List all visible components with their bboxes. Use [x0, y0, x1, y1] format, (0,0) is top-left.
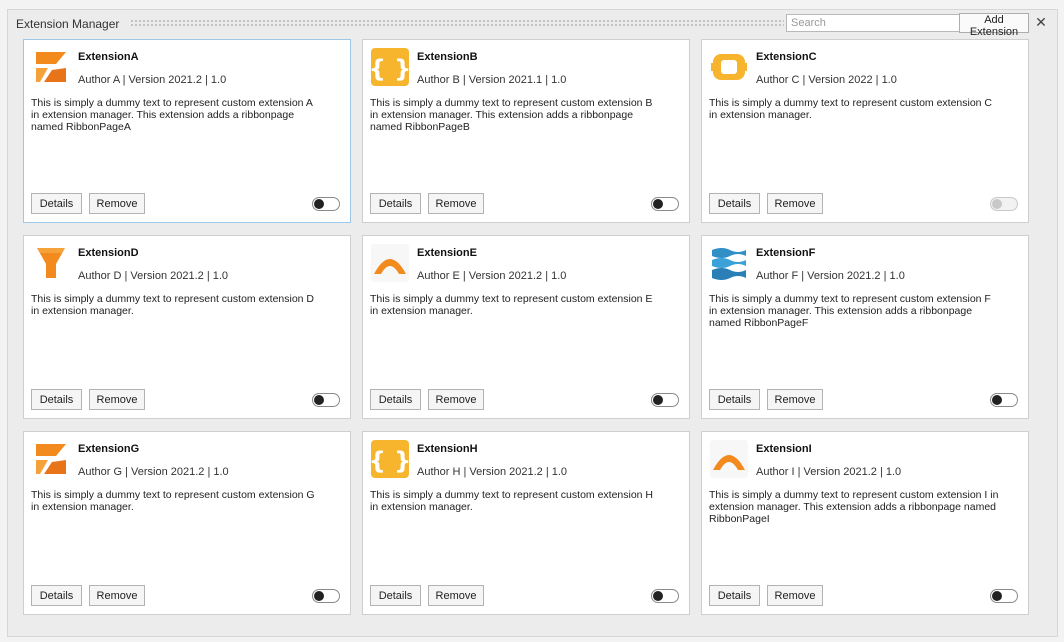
remove-button[interactable]: Remove	[89, 389, 145, 410]
enable-toggle[interactable]	[990, 197, 1018, 211]
remove-button[interactable]: Remove	[428, 389, 484, 410]
details-button[interactable]: Details	[709, 193, 760, 214]
close-icon[interactable]: ✕	[1033, 13, 1049, 31]
orange-arrow-squares-icon	[32, 440, 70, 478]
extension-meta: Author E | Version 2021.2 | 1.0	[417, 270, 567, 282]
title-bar: Extension Manager Add Extension ✕	[8, 10, 1057, 38]
svg-text:{ }: { }	[371, 447, 409, 475]
funnel-icon	[32, 244, 70, 282]
window-title: Extension Manager	[16, 17, 120, 31]
extension-description: This is simply a dummy text to represent…	[370, 489, 654, 513]
orange-arch-icon	[710, 440, 748, 478]
extension-meta: Author G | Version 2021.2 | 1.0	[78, 466, 229, 478]
extension-meta: Author D | Version 2021.2 | 1.0	[78, 270, 229, 282]
enable-toggle[interactable]	[312, 197, 340, 211]
extension-description: This is simply a dummy text to represent…	[370, 293, 653, 317]
extension-card-extensioni: ExtensionI Author I | Version 2021.2 | 1…	[701, 431, 1029, 615]
extension-card-extensiong: ExtensionG Author G | Version 2021.2 | 1…	[23, 431, 351, 615]
extension-card-extensiona: ExtensionA Author A | Version 2021.2 | 1…	[23, 39, 351, 223]
gear-ring-icon	[710, 48, 748, 86]
curly-braces-icon: { }	[371, 48, 409, 86]
enable-toggle[interactable]	[990, 393, 1018, 407]
extension-card-extensionc: ExtensionC Author C | Version 2022 | 1.0…	[701, 39, 1029, 223]
remove-button[interactable]: Remove	[428, 585, 484, 606]
extension-name: ExtensionB	[417, 51, 478, 63]
blue-waves-icon	[710, 244, 748, 282]
extension-meta: Author I | Version 2021.2 | 1.0	[756, 466, 902, 478]
toggle-knob	[992, 591, 1002, 601]
enable-toggle[interactable]	[312, 393, 340, 407]
details-button[interactable]: Details	[370, 585, 421, 606]
extension-card-extensionb: { } ExtensionB Author B | Version 2021.1…	[362, 39, 690, 223]
details-button[interactable]: Details	[31, 389, 82, 410]
toggle-knob	[314, 199, 324, 209]
enable-toggle[interactable]	[312, 589, 340, 603]
enable-toggle[interactable]	[990, 589, 1018, 603]
orange-arrow-squares-icon	[32, 48, 70, 86]
remove-button[interactable]: Remove	[767, 389, 823, 410]
extension-description: This is simply a dummy text to represent…	[709, 489, 999, 525]
remove-button[interactable]: Remove	[428, 193, 484, 214]
extension-description: This is simply a dummy text to represent…	[709, 293, 991, 329]
toggle-knob	[992, 395, 1002, 405]
extension-description: This is simply a dummy text to represent…	[31, 97, 313, 133]
extension-name: ExtensionI	[756, 443, 812, 455]
enable-toggle[interactable]	[651, 197, 679, 211]
extension-meta: Author B | Version 2021.1 | 1.0	[417, 74, 567, 86]
extension-card-extensionh: { } ExtensionH Author H | Version 2021.2…	[362, 431, 690, 615]
search-input[interactable]	[786, 14, 961, 32]
extension-meta: Author F | Version 2021.2 | 1.0	[756, 270, 905, 282]
remove-button[interactable]: Remove	[767, 193, 823, 214]
extension-description: This is simply a dummy text to represent…	[709, 97, 993, 121]
toggle-knob	[314, 591, 324, 601]
extension-name: ExtensionF	[756, 247, 816, 259]
extension-description: This is simply a dummy text to represent…	[31, 293, 315, 317]
extension-description: This is simply a dummy text to represent…	[370, 97, 653, 133]
orange-arch-icon	[371, 244, 409, 282]
details-button[interactable]: Details	[709, 389, 760, 410]
details-button[interactable]: Details	[370, 193, 421, 214]
extension-manager-window: Extension Manager Add Extension ✕ Extens…	[7, 9, 1058, 637]
svg-text:{ }: { }	[371, 55, 409, 83]
remove-button[interactable]: Remove	[89, 585, 145, 606]
enable-toggle[interactable]	[651, 589, 679, 603]
enable-toggle[interactable]	[651, 393, 679, 407]
extension-description: This is simply a dummy text to represent…	[31, 489, 315, 513]
toggle-knob	[314, 395, 324, 405]
details-button[interactable]: Details	[31, 193, 82, 214]
extension-name: ExtensionA	[78, 51, 139, 63]
extension-name: ExtensionH	[417, 443, 478, 455]
toggle-knob	[653, 199, 663, 209]
extension-meta: Author A | Version 2021.2 | 1.0	[78, 74, 227, 86]
extension-card-extensiond: ExtensionD Author D | Version 2021.2 | 1…	[23, 235, 351, 419]
details-button[interactable]: Details	[31, 585, 82, 606]
extension-name: ExtensionD	[78, 247, 139, 259]
extension-name: ExtensionG	[78, 443, 140, 455]
add-extension-button[interactable]: Add Extension	[959, 13, 1029, 38]
extension-card-extensionf: ExtensionF Author F | Version 2021.2 | 1…	[701, 235, 1029, 419]
remove-button[interactable]: Remove	[767, 585, 823, 606]
details-button[interactable]: Details	[709, 585, 760, 606]
toggle-knob	[653, 591, 663, 601]
extension-card-extensione: ExtensionE Author E | Version 2021.2 | 1…	[362, 235, 690, 419]
extension-meta: Author H | Version 2021.2 | 1.0	[417, 466, 568, 478]
extension-name: ExtensionC	[756, 51, 817, 63]
toggle-knob	[992, 199, 1002, 209]
extension-meta: Author C | Version 2022 | 1.0	[756, 74, 897, 86]
remove-button[interactable]: Remove	[89, 193, 145, 214]
extension-name: ExtensionE	[417, 247, 477, 259]
drag-grip[interactable]	[130, 19, 784, 26]
curly-braces-icon: { }	[371, 440, 409, 478]
details-button[interactable]: Details	[370, 389, 421, 410]
toggle-knob	[653, 395, 663, 405]
